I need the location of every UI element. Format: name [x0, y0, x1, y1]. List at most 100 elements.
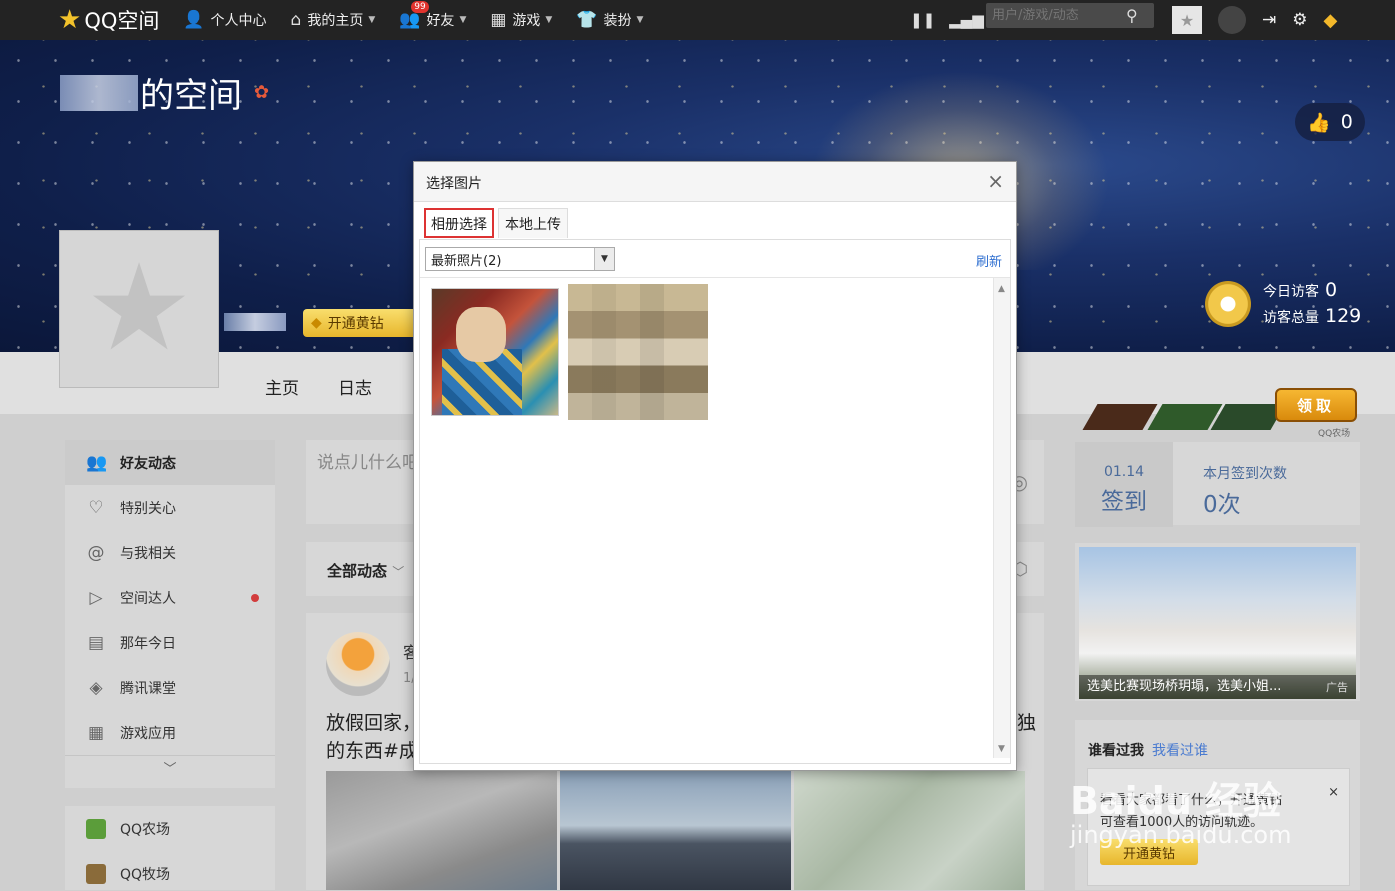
feed-author-avatar[interactable] [326, 632, 390, 696]
nav-label: 游戏 [512, 13, 541, 29]
chevron-down-icon[interactable]: ▼ [594, 248, 614, 270]
graduation-icon: ◈ [89, 677, 103, 698]
shirt-icon: 👕 [576, 10, 598, 30]
left-sidebar: 👥 好友动态 ♡ 特别关心 @ 与我相关 ▷ 空间达人 ▤ 那年今日 ◈ 腾讯课… [64, 439, 276, 789]
sidebar-item-tencent-classroom[interactable]: ◈ 腾讯课堂 [65, 665, 275, 710]
sidebar-item-game-apps[interactable]: ▦ 游戏应用 [65, 710, 275, 755]
home-icon: ⌂ [290, 10, 302, 30]
feed-text-line: 放假回家， [326, 712, 422, 734]
default-avatar-star-icon: ★ [85, 239, 193, 378]
nav-personal-center[interactable]: 👤 个人中心 [183, 10, 266, 30]
qzone-logo[interactable]: ★ QQ空间 [58, 5, 159, 35]
diamond-icon: ◆ [311, 315, 322, 331]
ad-banner[interactable]: 选美比赛现场桥玥塌，选美小姐... 广告 [1074, 542, 1361, 702]
feed-photo[interactable] [560, 771, 791, 890]
signin-label: 签到 [1101, 489, 1147, 515]
feed-text-fragment: 独 [1016, 712, 1036, 734]
sidebar-item-qq-ranch[interactable]: QQ牧场 [65, 851, 275, 891]
notification-dot [251, 594, 259, 602]
today-visitors-row: 今日访客 0 [1263, 278, 1361, 304]
open-vip-button[interactable]: ◆ 开通黄钻 [303, 309, 423, 337]
dialog-tabs: 相册选择 本地上传 [424, 208, 568, 238]
grid-icon: ▦ [490, 10, 507, 30]
sidebar-item-friend-feed[interactable]: 👥 好友动态 [65, 440, 275, 485]
feed-filter-dropdown[interactable]: 全部动态 ﹀ [327, 560, 404, 581]
signin-card: 01.14 签到 本月签到次数 0次 [1074, 441, 1361, 527]
feed-photo-map[interactable] [794, 771, 1025, 890]
claim-button[interactable]: 领取 [1275, 388, 1357, 422]
tab-home[interactable]: 主页 [265, 374, 299, 399]
nav-label: 个人中心 [210, 13, 267, 29]
diamond-icon[interactable]: ◆ [1324, 10, 1338, 31]
signin-date: 01.14 [1103, 464, 1145, 480]
tab-who-visited-me[interactable]: 谁看过我 [1088, 743, 1144, 759]
open-vip-label: 开通黄钻 [327, 316, 384, 332]
like-button[interactable]: 👍 0 [1295, 103, 1365, 141]
sidebar-expand[interactable]: ﹀ [65, 755, 275, 779]
album-select[interactable]: 最新照片(2) ▼ [425, 247, 615, 271]
nav-my-homepage[interactable]: ⌂ 我的主页 ▼ [291, 10, 376, 30]
sidebar-item-qq-farm[interactable]: QQ农场 [65, 806, 275, 851]
sidebar-item-label: 好友动态 [120, 455, 176, 472]
sidebar-item-related-to-me[interactable]: @ 与我相关 [65, 530, 275, 575]
search-input[interactable] [986, 8, 1126, 23]
sidebar-item-label: 与我相关 [120, 545, 176, 562]
ranch-icon [86, 863, 106, 884]
pause-icon[interactable]: ❚❚ [910, 11, 935, 29]
dialog-body: 最新照片(2) ▼ 刷新 ▲ ▼ [419, 239, 1011, 764]
nav-games[interactable]: ▦ 游戏 ▼ [490, 10, 552, 30]
sidebar-item-space-experts[interactable]: ▷ 空间达人 [65, 575, 275, 620]
user-avatar[interactable] [1218, 6, 1246, 34]
feed-photo[interactable] [326, 771, 557, 890]
friends-icon: 👥 [399, 10, 421, 30]
signin-button[interactable]: 01.14 签到 [1075, 442, 1173, 527]
close-icon[interactable]: × [987, 169, 1004, 193]
gift-label: QQ农场 [1318, 429, 1351, 439]
chevron-down-icon: ▼ [545, 15, 553, 25]
refresh-link[interactable]: 刷新 [976, 251, 1002, 270]
logout-icon[interactable]: ⇥ [1262, 10, 1276, 30]
profile-avatar[interactable]: ★ [59, 230, 219, 388]
total-visitors-count: 129 [1325, 305, 1362, 327]
nav-friends[interactable]: 👥 99 好友 ▼ [399, 1, 466, 30]
watermark-url: jingyan.baidu.com [1070, 821, 1292, 849]
qzone-star-icon: ★ [58, 5, 82, 35]
sidebar-item-label: 空间达人 [120, 590, 176, 607]
album-select-value: 最新照片(2) [431, 253, 502, 269]
search-icon[interactable]: ⚲ [1126, 6, 1138, 25]
at-icon: @ [87, 542, 105, 563]
app-sidebar: QQ农场 QQ牧场 [64, 805, 276, 891]
sidebar-item-on-this-day[interactable]: ▤ 那年今日 [65, 620, 275, 665]
space-title: 的空间 ✿ [60, 68, 269, 117]
gear-icon[interactable]: ⚙ [1292, 10, 1307, 30]
grid-scrollbar[interactable]: ▲ ▼ [993, 278, 1010, 758]
favorite-star-icon[interactable]: ★ [1172, 6, 1202, 34]
ad-caption[interactable]: 选美比赛现场桥玥塌，选美小姐... [1079, 675, 1356, 699]
signal-bars-icon[interactable]: ▂▄▆ [949, 11, 984, 29]
tab-whom-i-visited[interactable]: 我看过谁 [1152, 743, 1208, 759]
friends-badge: 99 [411, 1, 429, 13]
sidebar-item-special-care[interactable]: ♡ 特别关心 [65, 485, 275, 530]
sidebar-item-label: 腾讯课堂 [120, 680, 176, 697]
calendar-icon: ▤ [87, 632, 105, 653]
tab-album-select[interactable]: 相册选择 [424, 208, 494, 238]
chevron-down-icon: ﹀ [163, 762, 177, 777]
photo-thumbnail[interactable] [431, 288, 559, 416]
nav-dressup[interactable]: 👕 装扮 ▼ [576, 10, 643, 30]
close-icon[interactable]: × [1328, 785, 1339, 800]
gift-area: 领取 QQ农场 [1080, 368, 1370, 439]
scroll-up-icon[interactable]: ▲ [998, 284, 1005, 294]
photo-thumbnail-blurred[interactable] [568, 284, 708, 420]
tab-blog[interactable]: 日志 [338, 374, 372, 399]
sidebar-item-label: 那年今日 [120, 635, 176, 652]
tab-local-upload[interactable]: 本地上传 [498, 208, 568, 238]
visitor-eye-icon [1205, 281, 1251, 327]
signin-count: 0次 [1203, 492, 1241, 518]
scroll-down-icon[interactable]: ▼ [998, 744, 1005, 754]
sidebar-item-label: QQ牧场 [120, 866, 171, 883]
person-icon: 👤 [183, 10, 205, 30]
sidebar-item-label: 游戏应用 [120, 725, 176, 742]
ad-image[interactable]: 选美比赛现场桥玥塌，选美小姐... 广告 [1079, 547, 1356, 699]
gift-item[interactable] [1082, 404, 1158, 430]
level-badge-icon[interactable]: ✿ [254, 82, 269, 103]
